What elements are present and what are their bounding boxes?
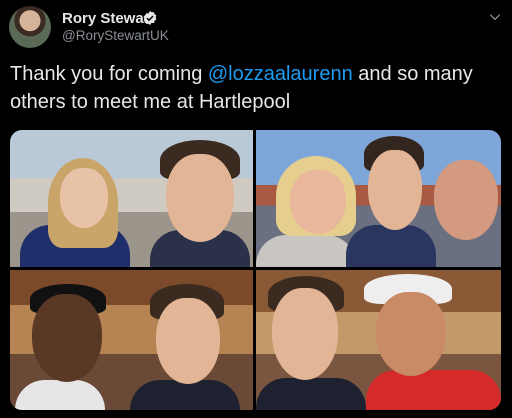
avatar[interactable] — [9, 6, 51, 48]
tweet-text-start: Thank you for coming — [10, 63, 208, 85]
photo-1[interactable] — [10, 130, 253, 267]
photo-4[interactable] — [256, 270, 501, 410]
verified-badge-icon — [143, 11, 157, 25]
photo-grid — [10, 130, 501, 410]
photo-3[interactable] — [10, 270, 253, 410]
mention-link[interactable]: @lozzaalaurenn — [208, 63, 353, 85]
author-handle[interactable]: @RoryStewartUK — [62, 28, 169, 43]
chevron-down-icon[interactable] — [488, 10, 502, 24]
tweet-text: Thank you for coming @lozzaalaurenn and … — [10, 60, 500, 116]
author-display-name[interactable]: Rory Stewart — [62, 10, 155, 27]
photo-2[interactable] — [256, 130, 501, 267]
